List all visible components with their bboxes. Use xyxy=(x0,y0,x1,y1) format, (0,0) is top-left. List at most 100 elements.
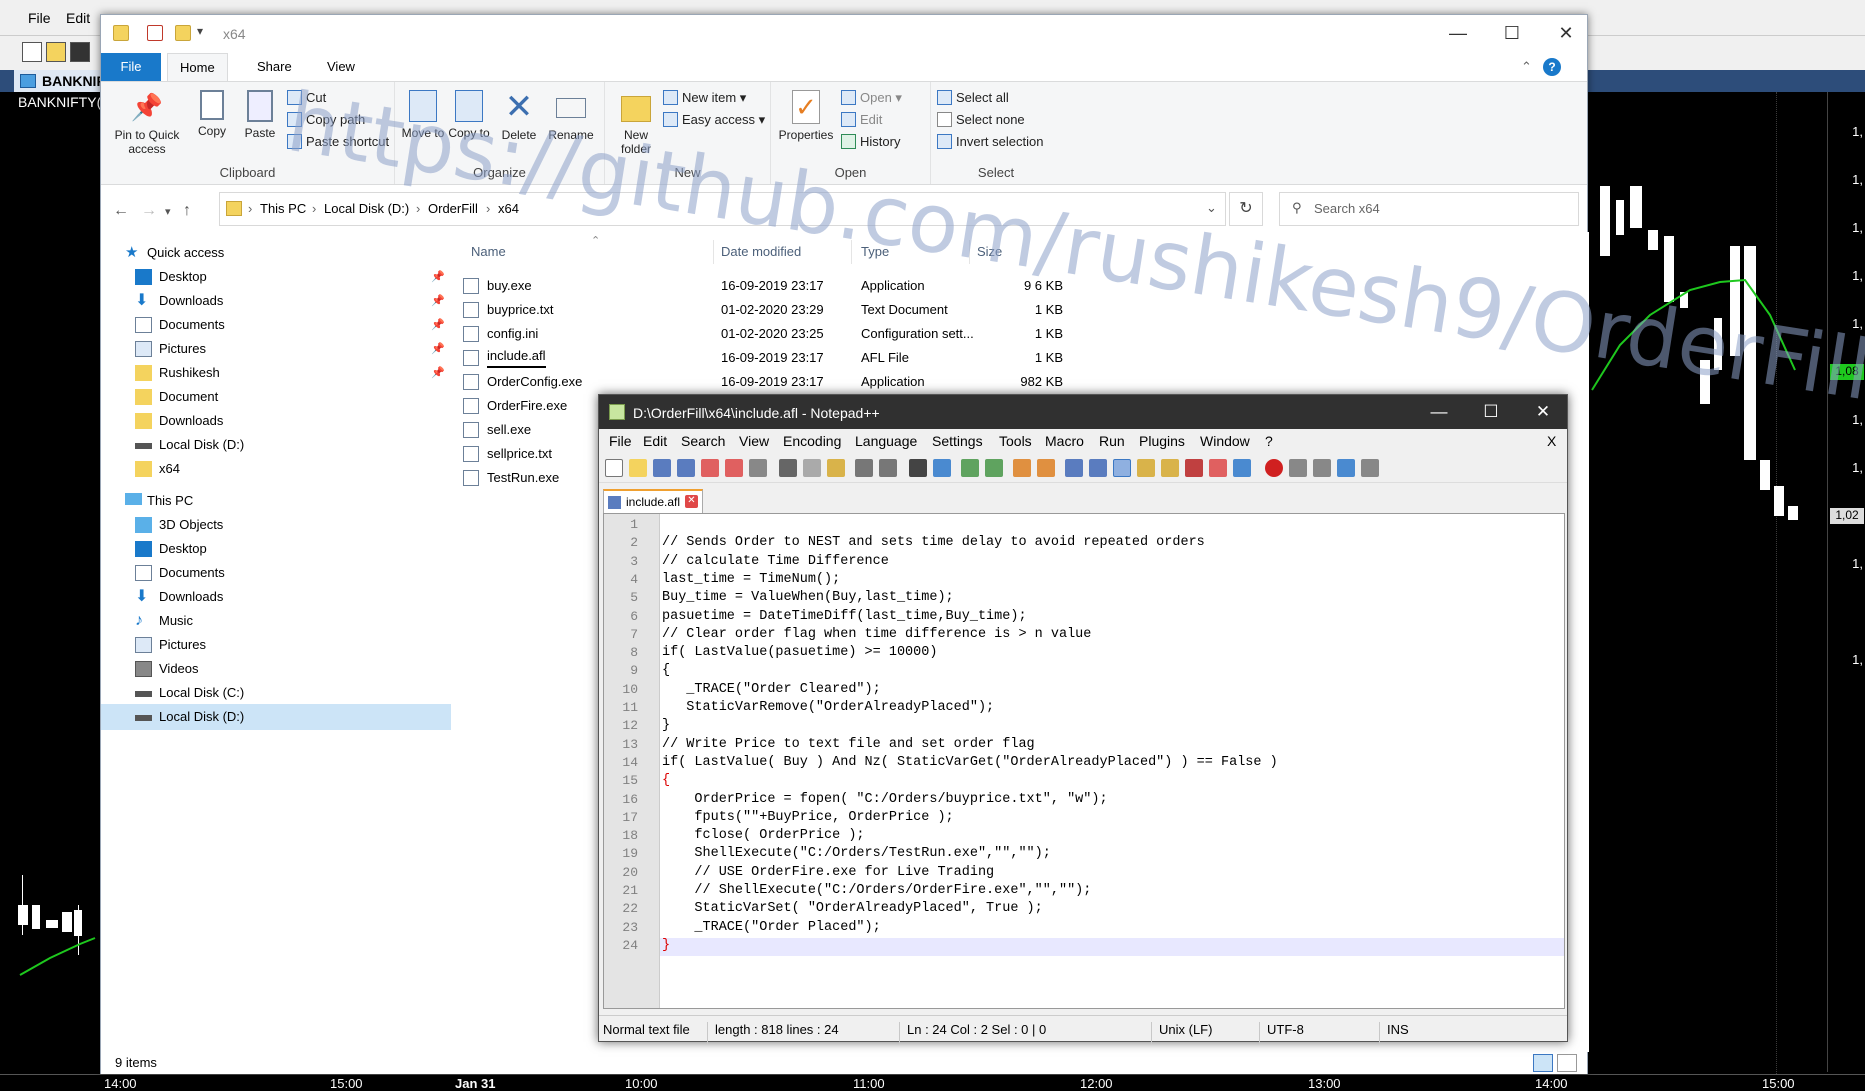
nav-documents[interactable]: Documents xyxy=(101,560,451,586)
pin-icon[interactable]: 📌 xyxy=(431,288,445,314)
sync-vertical-icon[interactable] xyxy=(1013,459,1031,477)
show-all-chars-icon[interactable] xyxy=(1089,459,1107,477)
select-all-button[interactable]: Select all xyxy=(937,90,1009,105)
nav-x64[interactable]: x64 xyxy=(101,456,451,482)
code-line[interactable]: // Write Price to text file and set orde… xyxy=(662,737,1035,752)
nav-desktop-pinned[interactable]: Desktop 📌 xyxy=(101,264,451,290)
search-input[interactable]: ⚲ Search x64 xyxy=(1279,192,1579,226)
nav-downloads[interactable]: ⬇ Downloads xyxy=(101,584,451,610)
pin-icon[interactable]: 📌 xyxy=(431,312,445,338)
collapse-ribbon-icon[interactable]: ⌃ xyxy=(1521,59,1532,75)
code-editor[interactable]: 1 2 3 4 5 6 7 8 9 10 11 12 13 14 15 16 17 18 19 20 21 22 23 24 … xyxy=(603,513,1565,1009)
history-button[interactable]: History xyxy=(841,134,900,149)
save-icon[interactable] xyxy=(653,459,671,477)
zoom-out-icon[interactable] xyxy=(985,459,1003,477)
back-arrow-icon[interactable]: ← xyxy=(113,202,129,220)
stop-macro-icon[interactable] xyxy=(1289,459,1307,477)
file-row[interactable]: OrderConfig.exe 16-09-2019 23:17 Applica… xyxy=(463,370,1563,394)
undo-icon[interactable] xyxy=(855,459,873,477)
code-line[interactable]: // Sends Order to NEST and sets time del… xyxy=(662,535,1205,550)
code-line[interactable]: pasuetime = DateTimeDiff(last_time,Buy_t… xyxy=(662,609,1027,624)
sync-horizontal-icon[interactable] xyxy=(1037,459,1055,477)
invert-selection-button[interactable]: Invert selection xyxy=(937,134,1043,149)
nav-videos[interactable]: Videos xyxy=(101,656,451,682)
redo-icon[interactable] xyxy=(879,459,897,477)
code-line[interactable]: last_time = TimeNum(); xyxy=(662,572,840,587)
up-arrow-icon[interactable]: ↑ xyxy=(183,202,191,220)
code-line[interactable]: _TRACE("Order Cleared"); xyxy=(662,682,880,697)
close-document-button[interactable]: X xyxy=(1547,433,1556,449)
crumb-this-pc[interactable]: This PC xyxy=(260,201,306,216)
nav-this-pc[interactable]: This PC xyxy=(101,488,451,514)
tab-close-icon[interactable]: ✕ xyxy=(685,495,698,508)
nav-rushikesh[interactable]: Rushikesh 📌 xyxy=(101,360,451,386)
code-line[interactable]: { xyxy=(662,773,670,788)
menu-run[interactable]: Run xyxy=(1099,433,1125,449)
doc-map-icon[interactable] xyxy=(1161,459,1179,477)
address-dropdown-icon[interactable]: ⌄ xyxy=(1206,200,1217,216)
close-button[interactable]: ✕ xyxy=(1539,15,1593,53)
status-encoding[interactable]: UTF-8 xyxy=(1267,1022,1304,1037)
tab-view[interactable]: View xyxy=(315,53,367,81)
menu-window[interactable]: Window xyxy=(1200,433,1250,449)
nav-document[interactable]: Document xyxy=(101,384,451,410)
menu-language[interactable]: Language xyxy=(855,433,917,449)
cut-icon[interactable] xyxy=(779,459,797,477)
crumb-orderfill[interactable]: OrderFill xyxy=(428,201,478,216)
code-line[interactable]: StaticVarSet( "OrderAlreadyPlaced", True… xyxy=(662,901,1042,916)
maximize-button[interactable]: ☐ xyxy=(1465,395,1517,429)
nav-documents-pinned[interactable]: Documents 📌 xyxy=(101,312,451,338)
menu-tools[interactable]: Tools xyxy=(999,433,1032,449)
nav-local-disk-d-quick[interactable]: Local Disk (D:) xyxy=(101,432,451,458)
menu-macro[interactable]: Macro xyxy=(1045,433,1084,449)
tab-file[interactable]: File xyxy=(101,53,161,81)
nav-pictures[interactable]: Pictures xyxy=(101,632,451,658)
status-eol[interactable]: Unix (LF) xyxy=(1159,1022,1212,1037)
maximize-button[interactable]: ☐ xyxy=(1485,15,1539,53)
close-file-icon[interactable] xyxy=(701,459,719,477)
code-line[interactable]: // USE OrderFire.exe for Live Trading xyxy=(662,865,994,880)
new-file-icon[interactable] xyxy=(605,459,623,477)
crumb-local-disk-d[interactable]: Local Disk (D:) xyxy=(324,201,409,216)
pin-icon[interactable]: 📌 xyxy=(431,336,445,362)
code-line[interactable]: if( LastValue(pasuetime) >= 10000) xyxy=(662,645,937,660)
tab-include-afl[interactable]: include.afl ✕ xyxy=(603,489,703,513)
file-row[interactable]: include.afl 16-09-2019 23:17 AFL File 1 … xyxy=(463,346,1563,370)
record-macro-icon[interactable] xyxy=(1265,459,1283,477)
save-all-icon[interactable] xyxy=(677,459,695,477)
menu-encoding[interactable]: Encoding xyxy=(783,433,841,449)
menu-edit[interactable]: Edit xyxy=(643,433,667,449)
udl-icon[interactable] xyxy=(1137,459,1155,477)
monitoring-icon[interactable] xyxy=(1233,459,1251,477)
close-button[interactable]: ✕ xyxy=(1517,395,1569,429)
menu-search[interactable]: Search xyxy=(681,433,725,449)
code-line[interactable]: { xyxy=(662,663,670,678)
run-macro-multiple-icon[interactable] xyxy=(1337,459,1355,477)
pin-to-quick-access-button[interactable]: 📌 Pin to Quick access xyxy=(107,90,187,156)
nav-local-disk-d[interactable]: Local Disk (D:) xyxy=(101,704,451,730)
minimize-button[interactable]: — xyxy=(1413,395,1465,429)
properties-check-icon[interactable] xyxy=(147,25,163,41)
refresh-button[interactable]: ↻ xyxy=(1229,192,1263,226)
forward-arrow-icon[interactable]: → xyxy=(141,202,157,220)
new-folder-icon[interactable] xyxy=(175,25,191,41)
replace-icon[interactable] xyxy=(933,459,951,477)
easy-access-button[interactable]: Easy access ▾ xyxy=(663,112,765,128)
open-button[interactable]: Open ▾ xyxy=(841,90,902,106)
column-separator[interactable] xyxy=(713,240,714,264)
menu-help[interactable]: ? xyxy=(1265,433,1273,449)
large-icons-view-icon[interactable] xyxy=(1557,1054,1577,1072)
column-header-name[interactable]: Name xyxy=(471,244,506,259)
help-icon[interactable]: ? xyxy=(1543,58,1561,76)
save-macro-icon[interactable] xyxy=(1361,459,1379,477)
paste-button[interactable]: Paste xyxy=(237,90,283,140)
copy-icon[interactable] xyxy=(803,459,821,477)
word-wrap-icon[interactable] xyxy=(1065,459,1083,477)
function-list-icon[interactable] xyxy=(1185,459,1203,477)
menu-file[interactable]: File xyxy=(609,433,632,449)
pin-icon[interactable]: 📌 xyxy=(431,264,445,290)
paste-icon[interactable] xyxy=(827,459,845,477)
code-line[interactable]: fputs(""+BuyPrice, OrderPrice ); xyxy=(662,810,953,825)
code-line[interactable]: StaticVarRemove("OrderAlreadyPlaced"); xyxy=(662,700,994,715)
code-line[interactable]: // Clear order flag when time difference… xyxy=(662,627,1091,642)
